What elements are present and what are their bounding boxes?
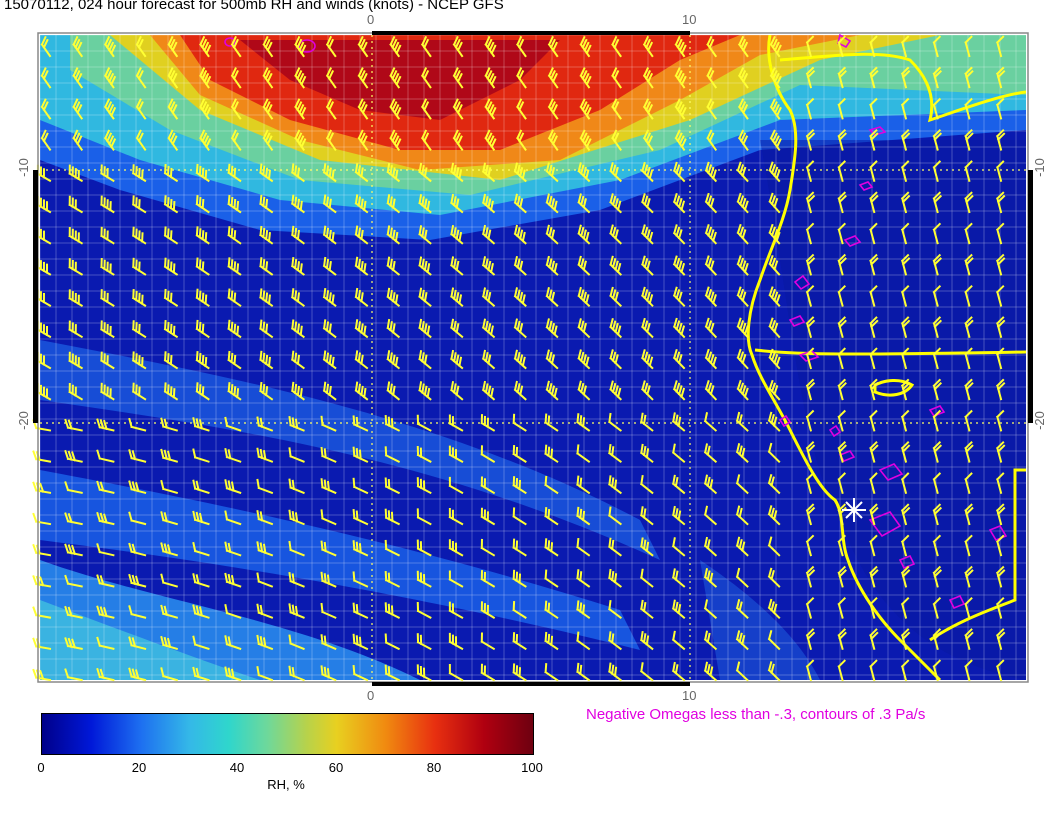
colorbar-tick-40: 40 <box>229 760 245 775</box>
left-tick-minus20: -20 <box>15 411 31 430</box>
rh-colorbar <box>41 713 534 755</box>
colorbar-tick-80: 80 <box>426 760 442 775</box>
rh-field <box>40 35 1026 680</box>
omega-legend-note: Negative Omegas less than -.3, contours … <box>586 706 926 723</box>
bottom-tick-10: 10 <box>682 688 697 703</box>
bottom-axis-bar <box>372 682 690 686</box>
colorbar-label: RH, % <box>267 777 305 792</box>
top-tick-10: 10 <box>682 12 697 27</box>
rh-wind-map <box>32 31 1033 686</box>
right-tick-minus10: -10 <box>1031 158 1047 177</box>
left-tick-minus10: -10 <box>15 158 31 177</box>
top-axis-bar <box>372 31 690 35</box>
colorbar-tick-100: 100 <box>521 760 543 775</box>
colorbar-tick-0: 0 <box>37 760 45 775</box>
right-tick-minus20: -20 <box>1031 411 1047 430</box>
colorbar-tick-20: 20 <box>131 760 147 775</box>
top-tick-0: 0 <box>367 12 375 27</box>
colorbar-tick-60: 60 <box>328 760 344 775</box>
left-axis-bar <box>33 170 38 423</box>
bottom-tick-0: 0 <box>367 688 375 703</box>
right-axis-bar <box>1028 170 1033 423</box>
